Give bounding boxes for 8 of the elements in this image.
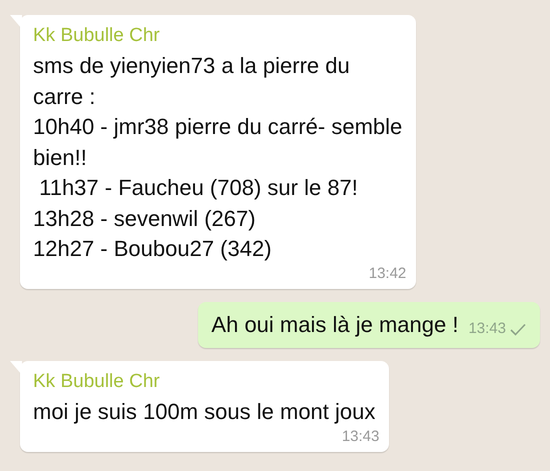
message-time: 13:43 <box>342 426 380 446</box>
message-text: Ah oui mais là je mange ! <box>211 311 458 339</box>
message-text: sms de yienyien73 a la pierre du carre : 10h40 - jmr38 pierre du carré- semble bien!! 11h37 - Faucheu (708) sur le 87! 13h28 - sevenwil (267) 12h27 - Boubou27 (342) <box>33 52 404 263</box>
message-text: moi je suis 100m sous le mont joux <box>33 398 376 426</box>
sender-name: Kk Bubulle Chr <box>33 370 161 394</box>
sender-name: Kk Bubulle Chr <box>33 24 161 48</box>
message-time: 13:42 <box>368 264 406 284</box>
message-time: 13:43 <box>468 319 506 339</box>
